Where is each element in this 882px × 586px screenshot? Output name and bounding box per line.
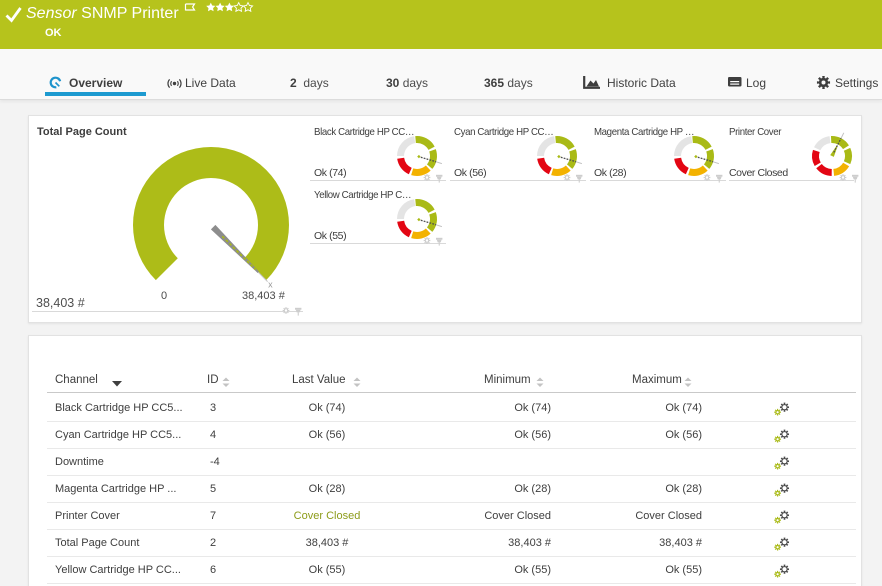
svg-text:x: x xyxy=(268,279,273,289)
